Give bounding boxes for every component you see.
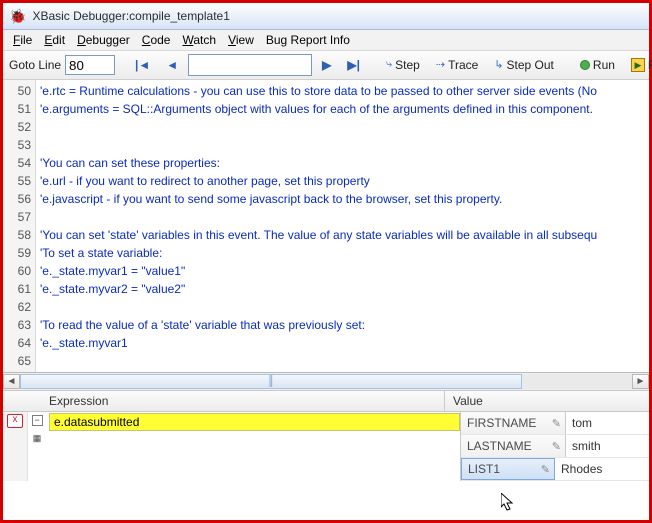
line-number: 54	[5, 154, 31, 172]
nav-first-button[interactable]: |◄	[129, 54, 156, 76]
watch-expression-cell[interactable]: e.datasubmitted	[49, 413, 460, 431]
menu-bar: File Edit Debugger Code Watch View Bug R…	[3, 30, 649, 51]
skip-last-icon: ▶|	[347, 59, 360, 71]
next-icon: ▶	[322, 59, 331, 71]
code-line[interactable]: 'You can can set these properties:	[40, 154, 645, 172]
mouse-cursor-icon	[501, 493, 515, 513]
trace-button[interactable]: ⇢Trace	[430, 54, 484, 76]
step-button[interactable]: ⤷Step	[380, 54, 426, 76]
nav-next-button[interactable]: ▶	[316, 54, 337, 76]
value-val[interactable]: Rhodes	[555, 458, 649, 480]
value-key[interactable]: LIST1✎	[461, 458, 555, 480]
toolbar: Goto Line |◄ ◄ ▶ ▶| ⤷Step ⇢Trace ↳Step O…	[3, 51, 649, 80]
code-line[interactable]: 'e._state.myvar1	[40, 334, 645, 352]
prev-icon: ◄	[166, 59, 178, 71]
stepout-icon: ↳	[494, 58, 503, 72]
line-number: 52	[5, 118, 31, 136]
code-line[interactable]	[40, 298, 645, 316]
code-line[interactable]	[40, 118, 645, 136]
watch-panel: Expression Value x − ▦ e.datasubmitted F…	[3, 391, 649, 481]
watch-header-value: Value	[444, 391, 649, 411]
line-number: 65	[5, 352, 31, 370]
menu-debugger[interactable]: Debugger	[73, 32, 134, 48]
code-editor[interactable]: 50515253545556575859606162636465 'e.rtc …	[3, 80, 649, 373]
nav-prev-button[interactable]: ◄	[160, 54, 184, 76]
value-key[interactable]: FIRSTNAME✎	[461, 412, 566, 434]
menu-bugreport[interactable]: Bug Report Info	[262, 32, 354, 48]
code-line[interactable]: 'e.arguments = SQL::Arguments object wit…	[40, 100, 645, 118]
line-number: 63	[5, 316, 31, 334]
skip-first-icon: |◄	[135, 59, 150, 71]
stepout-button[interactable]: ↳Step Out	[488, 54, 560, 76]
line-number: 57	[5, 208, 31, 226]
watch-header-expression: Expression	[3, 391, 444, 411]
value-val[interactable]: tom	[566, 412, 649, 434]
menu-code[interactable]: Code	[138, 32, 175, 48]
line-number: 61	[5, 280, 31, 298]
run-icon	[580, 60, 590, 70]
value-row[interactable]: LASTNAME✎smith	[461, 435, 649, 458]
menu-file[interactable]: File	[9, 32, 36, 48]
code-line[interactable]: 'To set a state variable:	[40, 244, 645, 262]
runto-icon: ▶	[631, 58, 645, 72]
scroll-right-arrow[interactable]: ►	[632, 374, 649, 389]
line-number: 64	[5, 334, 31, 352]
step-icon: ⤷	[386, 59, 392, 71]
code-line[interactable]: 'e._state.myvar2 = "value2"	[40, 280, 645, 298]
scroll-thumb[interactable]: ║	[20, 374, 522, 389]
menu-edit[interactable]: Edit	[40, 32, 69, 48]
bug-icon: 🐞	[9, 9, 26, 23]
code-line[interactable]	[40, 136, 645, 154]
goto-label: Goto Line	[9, 58, 61, 72]
code-line[interactable]	[40, 352, 645, 370]
scroll-track[interactable]: ║	[20, 374, 632, 389]
scroll-left-arrow[interactable]: ◄	[3, 374, 20, 389]
line-gutter: 50515253545556575859606162636465	[3, 80, 36, 372]
horizontal-scrollbar[interactable]: ◄ ║ ►	[3, 373, 649, 391]
goto-line-input[interactable]	[65, 55, 115, 75]
window-title: XBasic Debugger:compile_template1	[32, 9, 229, 23]
code-line[interactable]: 'e.javascript - if you want to send some…	[40, 190, 645, 208]
code-line[interactable]: 'You can set 'state' variables in this e…	[40, 226, 645, 244]
tree-collapse-icon[interactable]: −	[32, 415, 43, 426]
line-number: 55	[5, 172, 31, 190]
line-number: 56	[5, 190, 31, 208]
code-line[interactable]: 'To read the value of a 'state' variable…	[40, 316, 645, 334]
edit-pencil-icon[interactable]: ✎	[552, 440, 561, 453]
value-row[interactable]: FIRSTNAME✎tom	[461, 412, 649, 435]
value-grid: FIRSTNAME✎tomLASTNAME✎smithLIST1✎Rhodes	[461, 412, 649, 481]
code-line[interactable]: 'e.rtc = Runtime calculations - you can …	[40, 82, 645, 100]
line-number: 62	[5, 298, 31, 316]
code-line[interactable]: 'e._state.myvar1 = "value1"	[40, 262, 645, 280]
code-line[interactable]: 'e.url - if you want to redirect to anot…	[40, 172, 645, 190]
nav-last-button[interactable]: ▶|	[341, 54, 366, 76]
menu-watch[interactable]: Watch	[178, 32, 220, 48]
edit-pencil-icon[interactable]: ✎	[552, 417, 561, 430]
line-number: 51	[5, 100, 31, 118]
tree-node-icon[interactable]: ▦	[33, 434, 42, 443]
line-number: 60	[5, 262, 31, 280]
value-val[interactable]: smith	[566, 435, 649, 457]
value-key[interactable]: LASTNAME✎	[461, 435, 566, 457]
edit-pencil-icon[interactable]: ✎	[541, 463, 550, 476]
run-button[interactable]: Run	[574, 54, 621, 76]
line-number: 58	[5, 226, 31, 244]
line-number: 59	[5, 244, 31, 262]
line-number: 50	[5, 82, 31, 100]
error-badge-icon[interactable]: x	[7, 414, 23, 428]
value-row[interactable]: LIST1✎Rhodes	[461, 458, 649, 481]
runto-button[interactable]: ▶Run to	[625, 54, 652, 76]
code-content[interactable]: 'e.rtc = Runtime calculations - you can …	[36, 80, 649, 372]
seek-input[interactable]	[188, 54, 312, 76]
line-number: 53	[5, 136, 31, 154]
trace-icon: ⇢	[436, 58, 445, 72]
code-line[interactable]	[40, 208, 645, 226]
menu-view[interactable]: View	[224, 32, 258, 48]
